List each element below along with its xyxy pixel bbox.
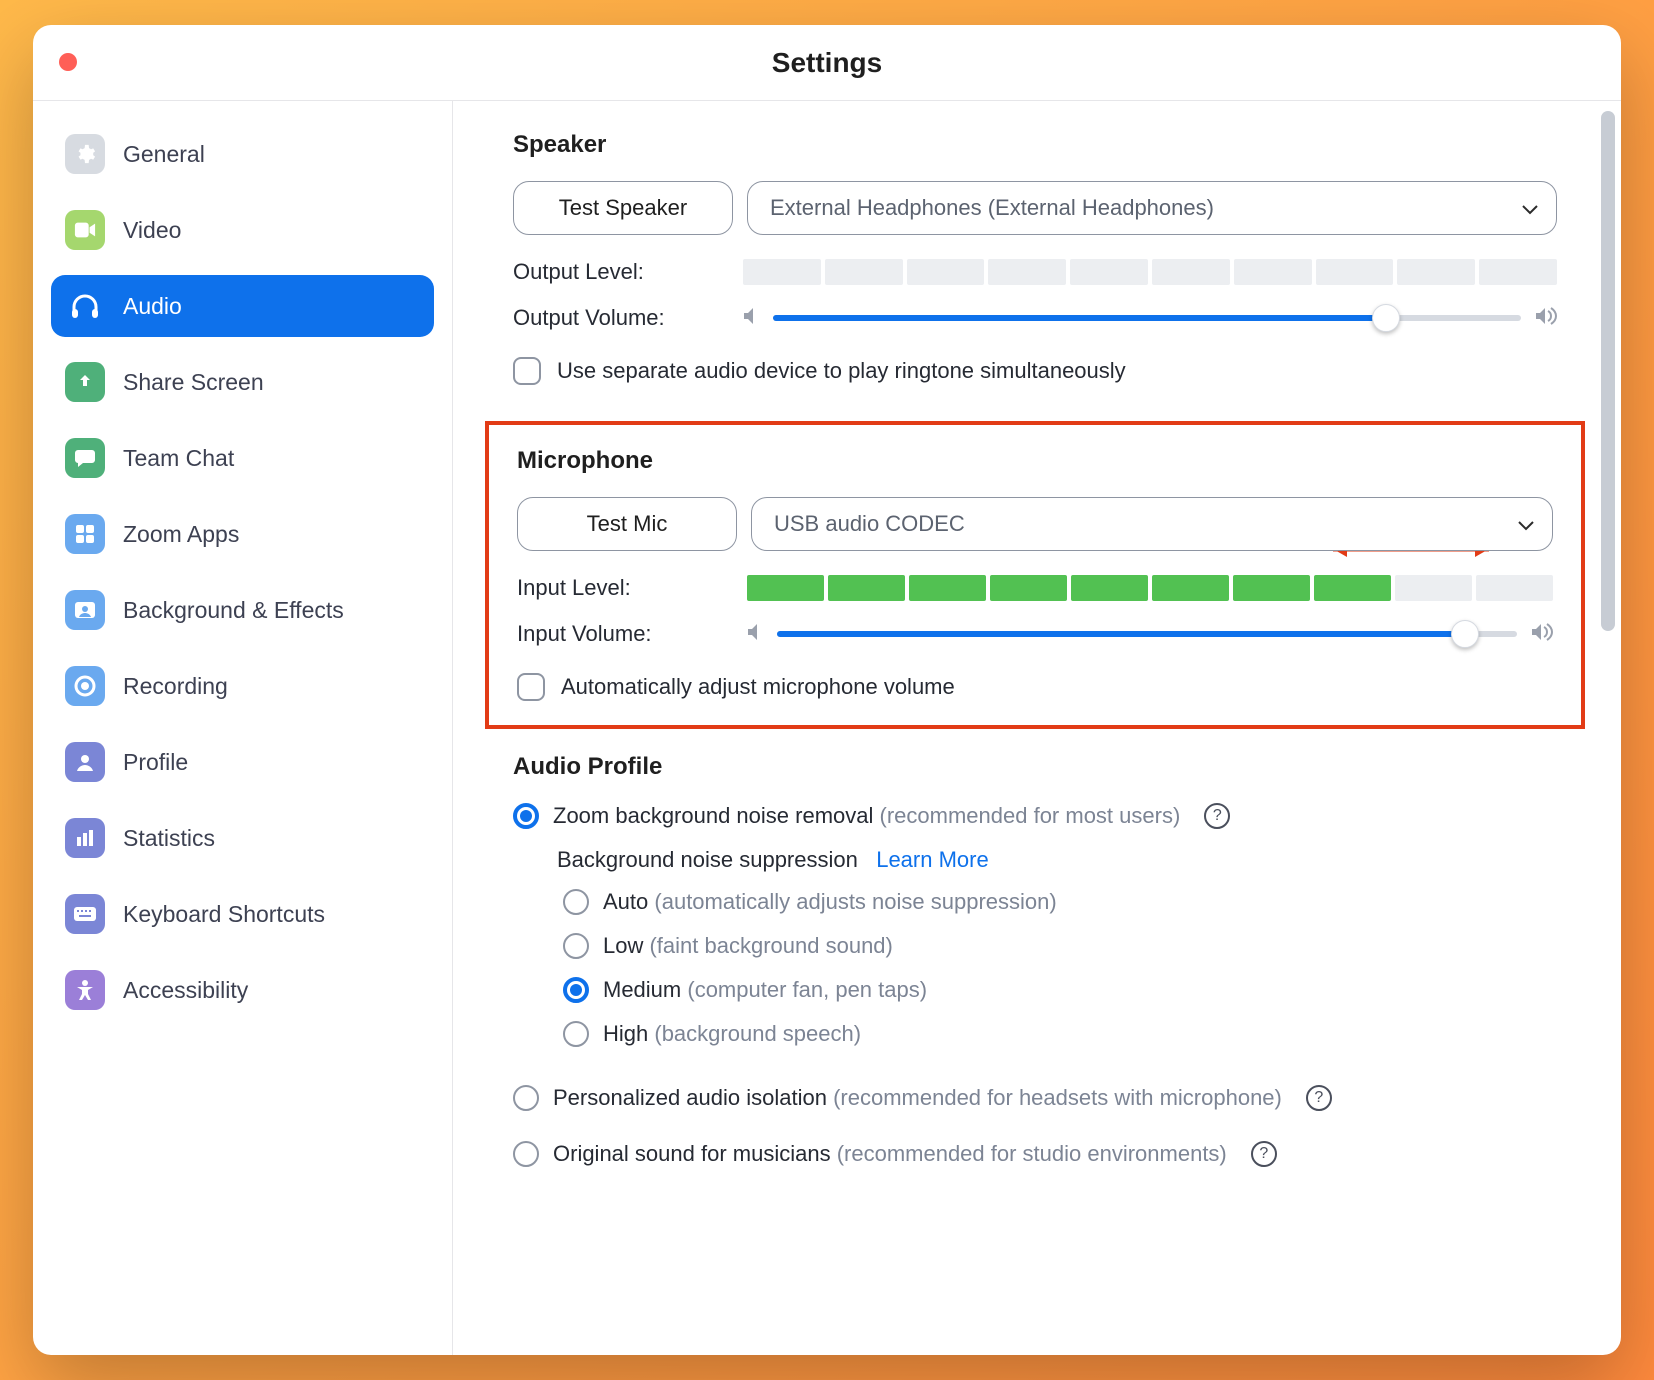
speaker-high-icon: [1531, 621, 1553, 647]
sidebar-item-label: Audio: [123, 293, 182, 320]
sidebar-item-label: Statistics: [123, 825, 215, 852]
test-speaker-button[interactable]: Test Speaker: [513, 181, 733, 235]
help-icon[interactable]: ?: [1251, 1141, 1277, 1167]
sidebar-item-team-chat[interactable]: Team Chat: [51, 427, 434, 489]
sidebar-item-label: Video: [123, 217, 181, 244]
separate-ringtone-label: Use separate audio device to play ringto…: [557, 358, 1126, 384]
window-title: Settings: [772, 47, 882, 79]
scroll-area[interactable]: Speaker Test Speaker External Headphones…: [453, 101, 1597, 1355]
suppression-medium-radio[interactable]: [563, 977, 589, 1003]
sidebar-item-accessibility[interactable]: Accessibility: [51, 959, 434, 1021]
noise-removal-radio[interactable]: [513, 803, 539, 829]
speaker-device-dropdown[interactable]: External Headphones (External Headphones…: [747, 181, 1557, 235]
share-screen-icon: [65, 362, 105, 402]
mic-device-dropdown[interactable]: USB audio CODEC: [751, 497, 1553, 551]
input-volume-slider[interactable]: [777, 619, 1517, 649]
record-icon: [65, 666, 105, 706]
settings-window: Settings General Video: [33, 25, 1621, 1355]
original-sound-radio[interactable]: [513, 1141, 539, 1167]
noise-removal-label: Zoom background noise removal (recommend…: [553, 803, 1180, 829]
chevron-down-icon: [1522, 195, 1538, 221]
sidebar-item-statistics[interactable]: Statistics: [51, 807, 434, 869]
background-icon: [65, 590, 105, 630]
sidebar-item-label: Share Screen: [123, 369, 264, 396]
personalized-isolation-radio[interactable]: [513, 1085, 539, 1111]
chevron-down-icon: [1518, 511, 1534, 537]
output-volume-label: Output Volume:: [513, 305, 743, 331]
apps-icon: [65, 514, 105, 554]
help-icon[interactable]: ?: [1204, 803, 1230, 829]
sidebar-item-label: Accessibility: [123, 977, 248, 1004]
sidebar-item-label: Background & Effects: [123, 597, 344, 624]
sidebar-item-label: Profile: [123, 749, 188, 776]
scrollbar[interactable]: [1601, 111, 1615, 1345]
output-volume-slider[interactable]: [773, 303, 1521, 333]
output-level-meter: [743, 259, 1557, 285]
suppression-high-radio[interactable]: [563, 1021, 589, 1047]
sidebar-item-label: General: [123, 141, 205, 168]
speaker-high-icon: [1535, 305, 1557, 331]
input-level-label: Input Level:: [517, 575, 747, 601]
sidebar-item-recording[interactable]: Recording: [51, 655, 434, 717]
auto-adjust-mic-checkbox[interactable]: [517, 673, 545, 701]
scrollbar-thumb[interactable]: [1601, 111, 1615, 631]
keyboard-icon: [65, 894, 105, 934]
speaker-device-value: External Headphones (External Headphones…: [770, 195, 1214, 221]
video-icon: [65, 210, 105, 250]
speaker-low-icon: [743, 305, 759, 331]
sidebar-item-label: Team Chat: [123, 445, 234, 472]
mic-device-value: USB audio CODEC: [774, 511, 965, 537]
sidebar-item-audio[interactable]: Audio: [51, 275, 434, 337]
sidebar: General Video Audio Share: [33, 101, 453, 1355]
audio-profile-heading: Audio Profile: [513, 753, 1557, 781]
sidebar-item-general[interactable]: General: [51, 123, 434, 185]
sidebar-item-label: Recording: [123, 673, 228, 700]
speaker-heading: Speaker: [513, 131, 1557, 159]
main-panel: Speaker Test Speaker External Headphones…: [453, 101, 1621, 1355]
chat-icon: [65, 438, 105, 478]
sidebar-item-video[interactable]: Video: [51, 199, 434, 261]
close-icon[interactable]: [59, 53, 77, 71]
window-controls: [59, 53, 77, 71]
speaker-low-icon: [747, 621, 763, 647]
test-mic-button[interactable]: Test Mic: [517, 497, 737, 551]
output-level-label: Output Level:: [513, 259, 743, 285]
suppression-auto-label: Auto (automatically adjusts noise suppre…: [603, 889, 1057, 915]
input-level-meter: [747, 575, 1553, 601]
noise-suppression-subtitle: Background noise suppression Learn More: [557, 847, 1557, 873]
profile-icon: [65, 742, 105, 782]
suppression-low-label: Low (faint background sound): [603, 933, 893, 959]
sidebar-item-profile[interactable]: Profile: [51, 731, 434, 793]
titlebar: Settings: [33, 25, 1621, 101]
sidebar-item-share-screen[interactable]: Share Screen: [51, 351, 434, 413]
suppression-low-radio[interactable]: [563, 933, 589, 959]
suppression-high-label: High (background speech): [603, 1021, 861, 1047]
statistics-icon: [65, 818, 105, 858]
personalized-isolation-label: Personalized audio isolation (recommende…: [553, 1085, 1282, 1111]
microphone-heading: Microphone: [517, 447, 1553, 475]
microphone-highlight: Microphone Test Mic USB audio CODEC Inpu…: [485, 421, 1585, 729]
gear-icon: [65, 134, 105, 174]
original-sound-label: Original sound for musicians (recommende…: [553, 1141, 1227, 1167]
suppression-auto-radio[interactable]: [563, 889, 589, 915]
input-volume-label: Input Volume:: [517, 621, 747, 647]
suppression-medium-label: Medium (computer fan, pen taps): [603, 977, 927, 1003]
help-icon[interactable]: ?: [1306, 1085, 1332, 1111]
sidebar-item-keyboard-shortcuts[interactable]: Keyboard Shortcuts: [51, 883, 434, 945]
sidebar-item-zoom-apps[interactable]: Zoom Apps: [51, 503, 434, 565]
content: General Video Audio Share: [33, 101, 1621, 1355]
separate-ringtone-checkbox[interactable]: [513, 357, 541, 385]
auto-adjust-mic-label: Automatically adjust microphone volume: [561, 674, 955, 700]
headphones-icon: [65, 286, 105, 326]
accessibility-icon: [65, 970, 105, 1010]
sidebar-item-background-effects[interactable]: Background & Effects: [51, 579, 434, 641]
learn-more-link[interactable]: Learn More: [876, 847, 989, 872]
sidebar-item-label: Keyboard Shortcuts: [123, 901, 325, 928]
sidebar-item-label: Zoom Apps: [123, 521, 239, 548]
